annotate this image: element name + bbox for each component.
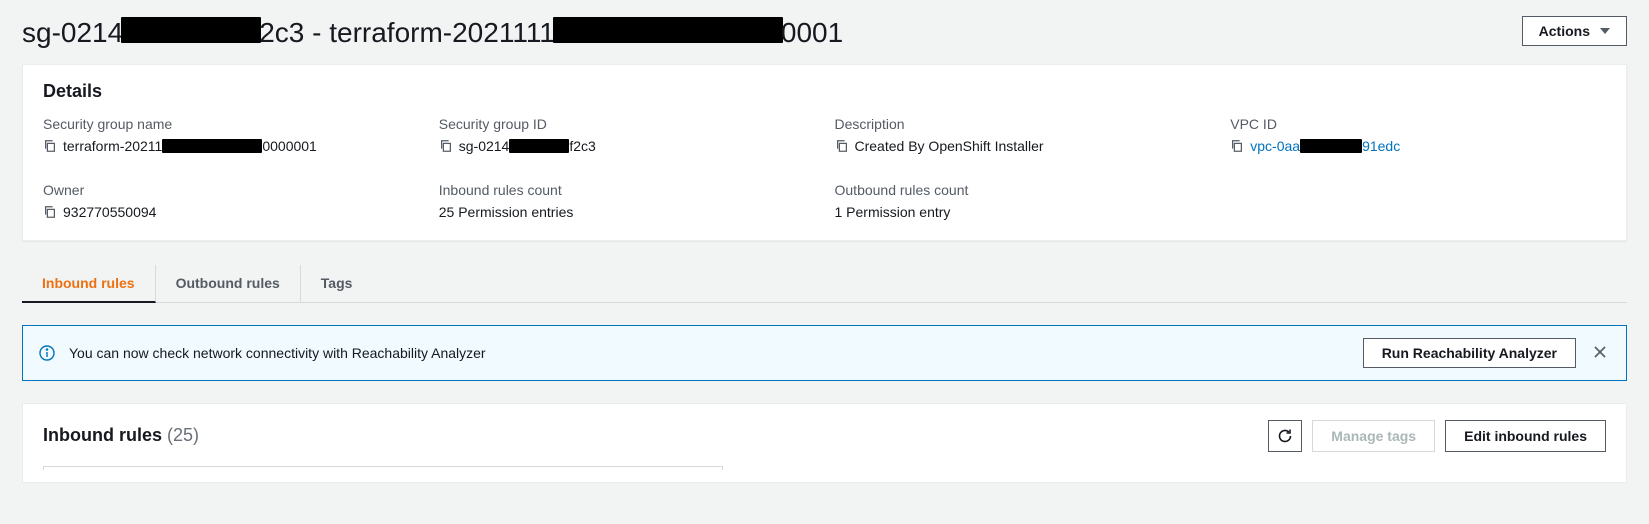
rules-title: Inbound rules (25) — [43, 425, 199, 446]
title-post: 0001 — [781, 17, 843, 48]
copy-icon[interactable] — [1230, 139, 1244, 153]
edit-inbound-rules-button[interactable]: Edit inbound rules — [1445, 420, 1606, 452]
redacted-block — [121, 17, 261, 43]
field-value: Created By OpenShift Installer — [835, 138, 1211, 154]
rules-count: (25) — [167, 425, 199, 445]
field-owner: Owner 932770550094 — [43, 182, 419, 220]
field-label: Owner — [43, 182, 419, 198]
field-outbound-count: Outbound rules count 1 Permission entry — [835, 182, 1211, 220]
tabs: Inbound rules Outbound rules Tags — [22, 265, 1627, 303]
run-reachability-button[interactable]: Run Reachability Analyzer — [1363, 338, 1576, 368]
close-banner-button[interactable] — [1590, 343, 1610, 363]
copy-icon[interactable] — [835, 139, 849, 153]
field-label: Description — [835, 116, 1211, 132]
tab-inbound-rules[interactable]: Inbound rules — [22, 265, 156, 303]
manage-tags-button[interactable]: Manage tags — [1312, 420, 1435, 452]
close-icon — [1593, 345, 1607, 359]
field-value: sg-0214f2c3 — [439, 138, 815, 154]
details-header: Details — [23, 65, 1626, 110]
rules-actions: Manage tags Edit inbound rules — [1268, 420, 1606, 452]
copy-icon[interactable] — [439, 139, 453, 153]
field-label: VPC ID — [1230, 116, 1606, 132]
field-empty — [1230, 182, 1606, 220]
field-label: Security group name — [43, 116, 419, 132]
details-panel: Details Security group name terraform-20… — [22, 64, 1627, 241]
copy-icon[interactable] — [43, 205, 57, 219]
refresh-button[interactable] — [1268, 420, 1302, 452]
field-value: 1 Permission entry — [835, 204, 1211, 220]
redacted-block — [162, 139, 262, 153]
field-label: Inbound rules count — [439, 182, 815, 198]
tab-tags[interactable]: Tags — [301, 265, 373, 303]
info-icon — [39, 345, 55, 361]
redacted-block — [553, 17, 783, 43]
copy-icon[interactable] — [43, 139, 57, 153]
field-sg-id: Security group ID sg-0214f2c3 — [439, 116, 815, 154]
field-value[interactable]: vpc-0aa91edc — [1230, 138, 1606, 154]
inbound-rules-panel: Inbound rules (25) Manage tags Edit inbo… — [22, 403, 1627, 483]
rules-header: Inbound rules (25) Manage tags Edit inbo… — [43, 420, 1606, 452]
search-input[interactable] — [43, 466, 723, 470]
field-description: Description Created By OpenShift Install… — [835, 116, 1211, 154]
field-label: Security group ID — [439, 116, 815, 132]
title-pre: sg-0214 — [22, 17, 123, 48]
title-mid: 2c3 - terraform-2021111 — [259, 17, 555, 48]
actions-button[interactable]: Actions — [1522, 16, 1627, 46]
field-vpc-id: VPC ID vpc-0aa91edc — [1230, 116, 1606, 154]
redacted-block — [1300, 139, 1362, 153]
field-value: terraform-202110000001 — [43, 138, 419, 154]
chevron-down-icon — [1600, 28, 1610, 34]
field-value: 932770550094 — [43, 204, 419, 220]
field-inbound-count: Inbound rules count 25 Permission entrie… — [439, 182, 815, 220]
tab-outbound-rules[interactable]: Outbound rules — [156, 265, 301, 303]
actions-label: Actions — [1539, 23, 1590, 39]
field-label: Outbound rules count — [835, 182, 1211, 198]
reachability-banner: You can now check network connectivity w… — [22, 325, 1627, 381]
details-grid: Security group name terraform-2021100000… — [23, 110, 1626, 240]
refresh-icon — [1277, 428, 1293, 444]
page-header: sg-0214 2c3 - terraform-2021111 0001 Actio… — [22, 16, 1627, 50]
field-sg-name: Security group name terraform-2021100000… — [43, 116, 419, 154]
page-title: sg-0214 2c3 - terraform-2021111 0001 — [22, 16, 843, 50]
banner-text: You can now check network connectivity w… — [69, 345, 1349, 361]
redacted-block — [509, 139, 569, 153]
field-value: 25 Permission entries — [439, 204, 815, 220]
